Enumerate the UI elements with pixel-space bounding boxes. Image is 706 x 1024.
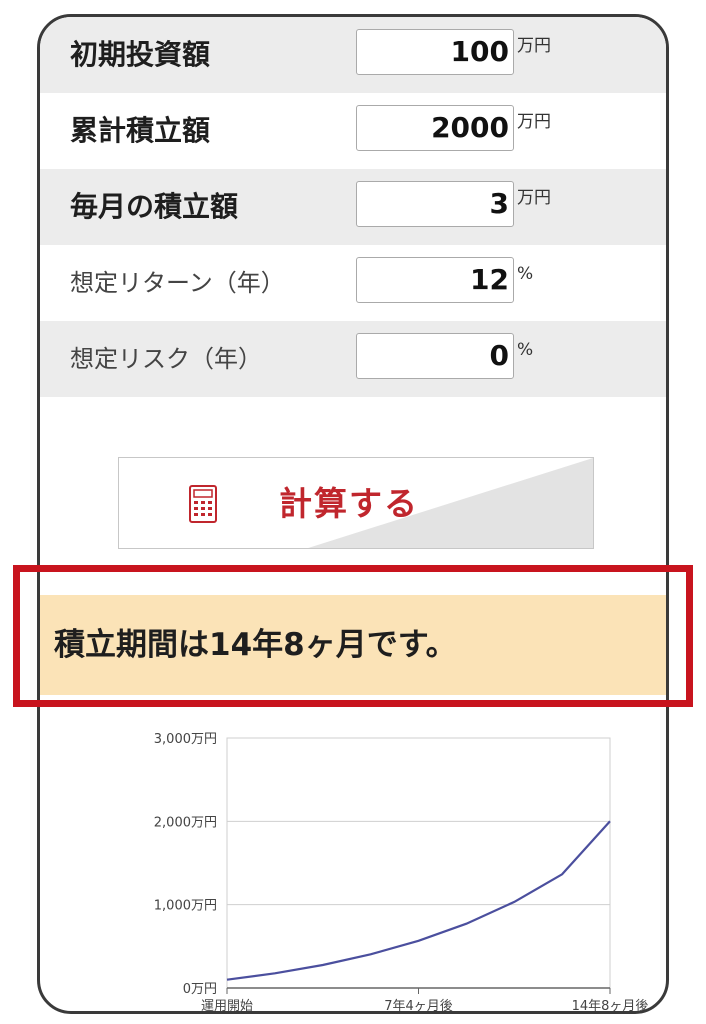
x-tick-label: 7年4ヶ月後 xyxy=(384,999,453,1014)
calculate-button-label: 計算する xyxy=(279,484,419,523)
unit-expected-return: % xyxy=(517,264,534,284)
unit-monthly-contribution: 万円 xyxy=(517,188,551,208)
x-tick-label: 14年8ヶ月後 xyxy=(572,999,649,1014)
calculate-button[interactable]: 計算する xyxy=(118,457,594,549)
label-monthly-contribution: 毎月の積立額 xyxy=(70,190,239,223)
label-expected-return: 想定リターン（年） xyxy=(70,269,285,297)
monthly-contribution-input[interactable]: 3 xyxy=(356,181,514,227)
expected-risk-input[interactable]: 0 xyxy=(356,333,514,379)
row-expected-risk: 想定リスク（年） 0 % xyxy=(40,321,666,397)
label-initial-investment: 初期投資額 xyxy=(70,38,211,71)
plot-area xyxy=(226,737,611,989)
row-total-accumulation: 累計積立額 2000 万円 xyxy=(40,93,666,169)
initial-investment-input[interactable]: 100 xyxy=(356,29,514,75)
y-tick-label: 2,000万円 xyxy=(154,815,217,830)
highlight-box xyxy=(13,565,693,707)
y-tick-label: 0万円 xyxy=(183,982,217,997)
label-expected-risk: 想定リスク（年） xyxy=(70,345,262,373)
y-tick-label: 1,000万円 xyxy=(154,899,217,914)
label-total-accumulation: 累計積立額 xyxy=(70,114,211,147)
expected-return-input[interactable]: 12 xyxy=(356,257,514,303)
calculator-icon xyxy=(189,485,217,523)
x-tick-label: 運用開始 xyxy=(201,999,253,1014)
unit-expected-risk: % xyxy=(517,340,534,360)
row-initial-investment: 初期投資額 100 万円 xyxy=(40,17,666,93)
unit-initial-investment: 万円 xyxy=(517,36,551,56)
row-expected-return: 想定リターン（年） 12 % xyxy=(40,245,666,321)
phone-frame: 初期投資額 100 万円 累計積立額 2000 万円 毎月の積立額 3 万円 想… xyxy=(37,14,669,1014)
y-tick-label: 3,000万円 xyxy=(154,732,217,747)
accumulation-chart: 3,000万円 2,000万円 1,000万円 0万円運用開始 7年4ヶ月後 14年8ヶ月… xyxy=(154,732,649,1014)
row-monthly-contribution: 毎月の積立額 3 万円 xyxy=(40,169,666,245)
unit-total-accumulation: 万円 xyxy=(517,112,551,132)
total-accumulation-input[interactable]: 2000 xyxy=(356,105,514,151)
